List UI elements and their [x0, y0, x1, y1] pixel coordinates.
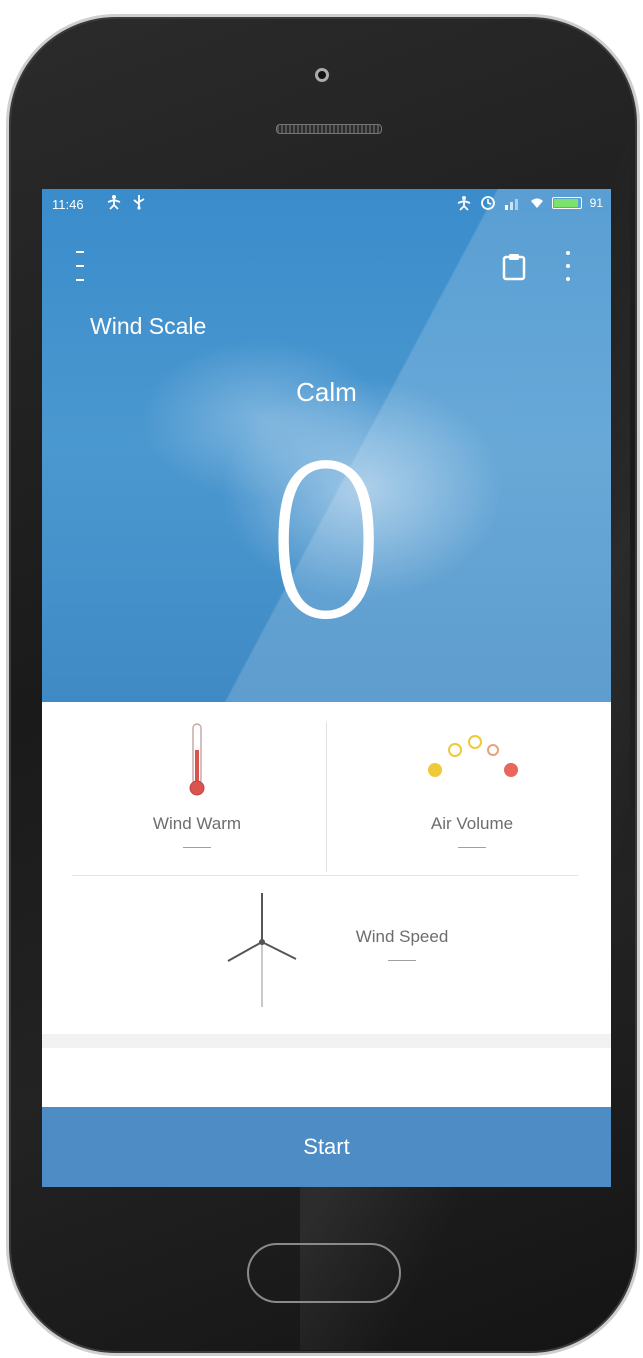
usb-icon — [132, 194, 146, 213]
metrics-panel: Wind Warm —— Air Volume —— Wind Speed —— — [42, 702, 611, 1042]
battery-percent: 91 — [589, 196, 603, 210]
status-time: 11:46 — [52, 197, 84, 212]
alarm-icon — [480, 196, 495, 210]
front-camera — [315, 68, 329, 82]
clipboard-icon[interactable] — [502, 253, 526, 281]
wind-condition: Calm — [296, 377, 357, 407]
more-vertical-icon[interactable] — [566, 251, 572, 281]
battery-icon — [551, 197, 582, 209]
wind-speed-value: —— — [388, 951, 416, 967]
signal-icon — [504, 199, 518, 210]
start-button-label: Start — [303, 1134, 350, 1159]
wind-warm-label: Wind Warm — [152, 814, 242, 833]
wifi-icon — [530, 198, 543, 208]
metric-air-volume: Air Volume —— — [362, 720, 582, 854]
person-icon — [106, 194, 122, 213]
wind-scale-value: 0 — [259, 421, 394, 666]
person-icon — [457, 196, 470, 211]
wind-speed-label: Wind Speed — [355, 927, 449, 946]
wind-scale-title: Wind Scale — [90, 313, 207, 339]
metric-wind-speed: Wind Speed —— — [332, 927, 472, 967]
air-volume-value: —— — [458, 838, 486, 854]
metric-wind-warm: Wind Warm —— — [102, 720, 292, 854]
air-volume-icon — [362, 720, 582, 798]
thermometer-icon — [102, 720, 292, 798]
metric-divider-horizontal — [72, 875, 578, 876]
metric-divider-vertical — [326, 722, 327, 872]
app-screen: 11:46 91 Wind Scale Calm 0 Wind Warm —— … — [42, 189, 611, 1187]
air-volume-label: Air Volume — [430, 814, 514, 833]
section-separator — [42, 1034, 611, 1048]
status-right-icons: 91 — [456, 195, 603, 211]
start-button[interactable]: Start — [42, 1107, 611, 1187]
wind-turbine-icon — [222, 887, 302, 1007]
home-button[interactable] — [247, 1243, 401, 1303]
wind-warm-value: —— — [183, 838, 211, 854]
menu-icon[interactable] — [76, 251, 86, 281]
earpiece-speaker — [276, 124, 382, 134]
status-bar: 11:46 91 — [42, 189, 611, 219]
